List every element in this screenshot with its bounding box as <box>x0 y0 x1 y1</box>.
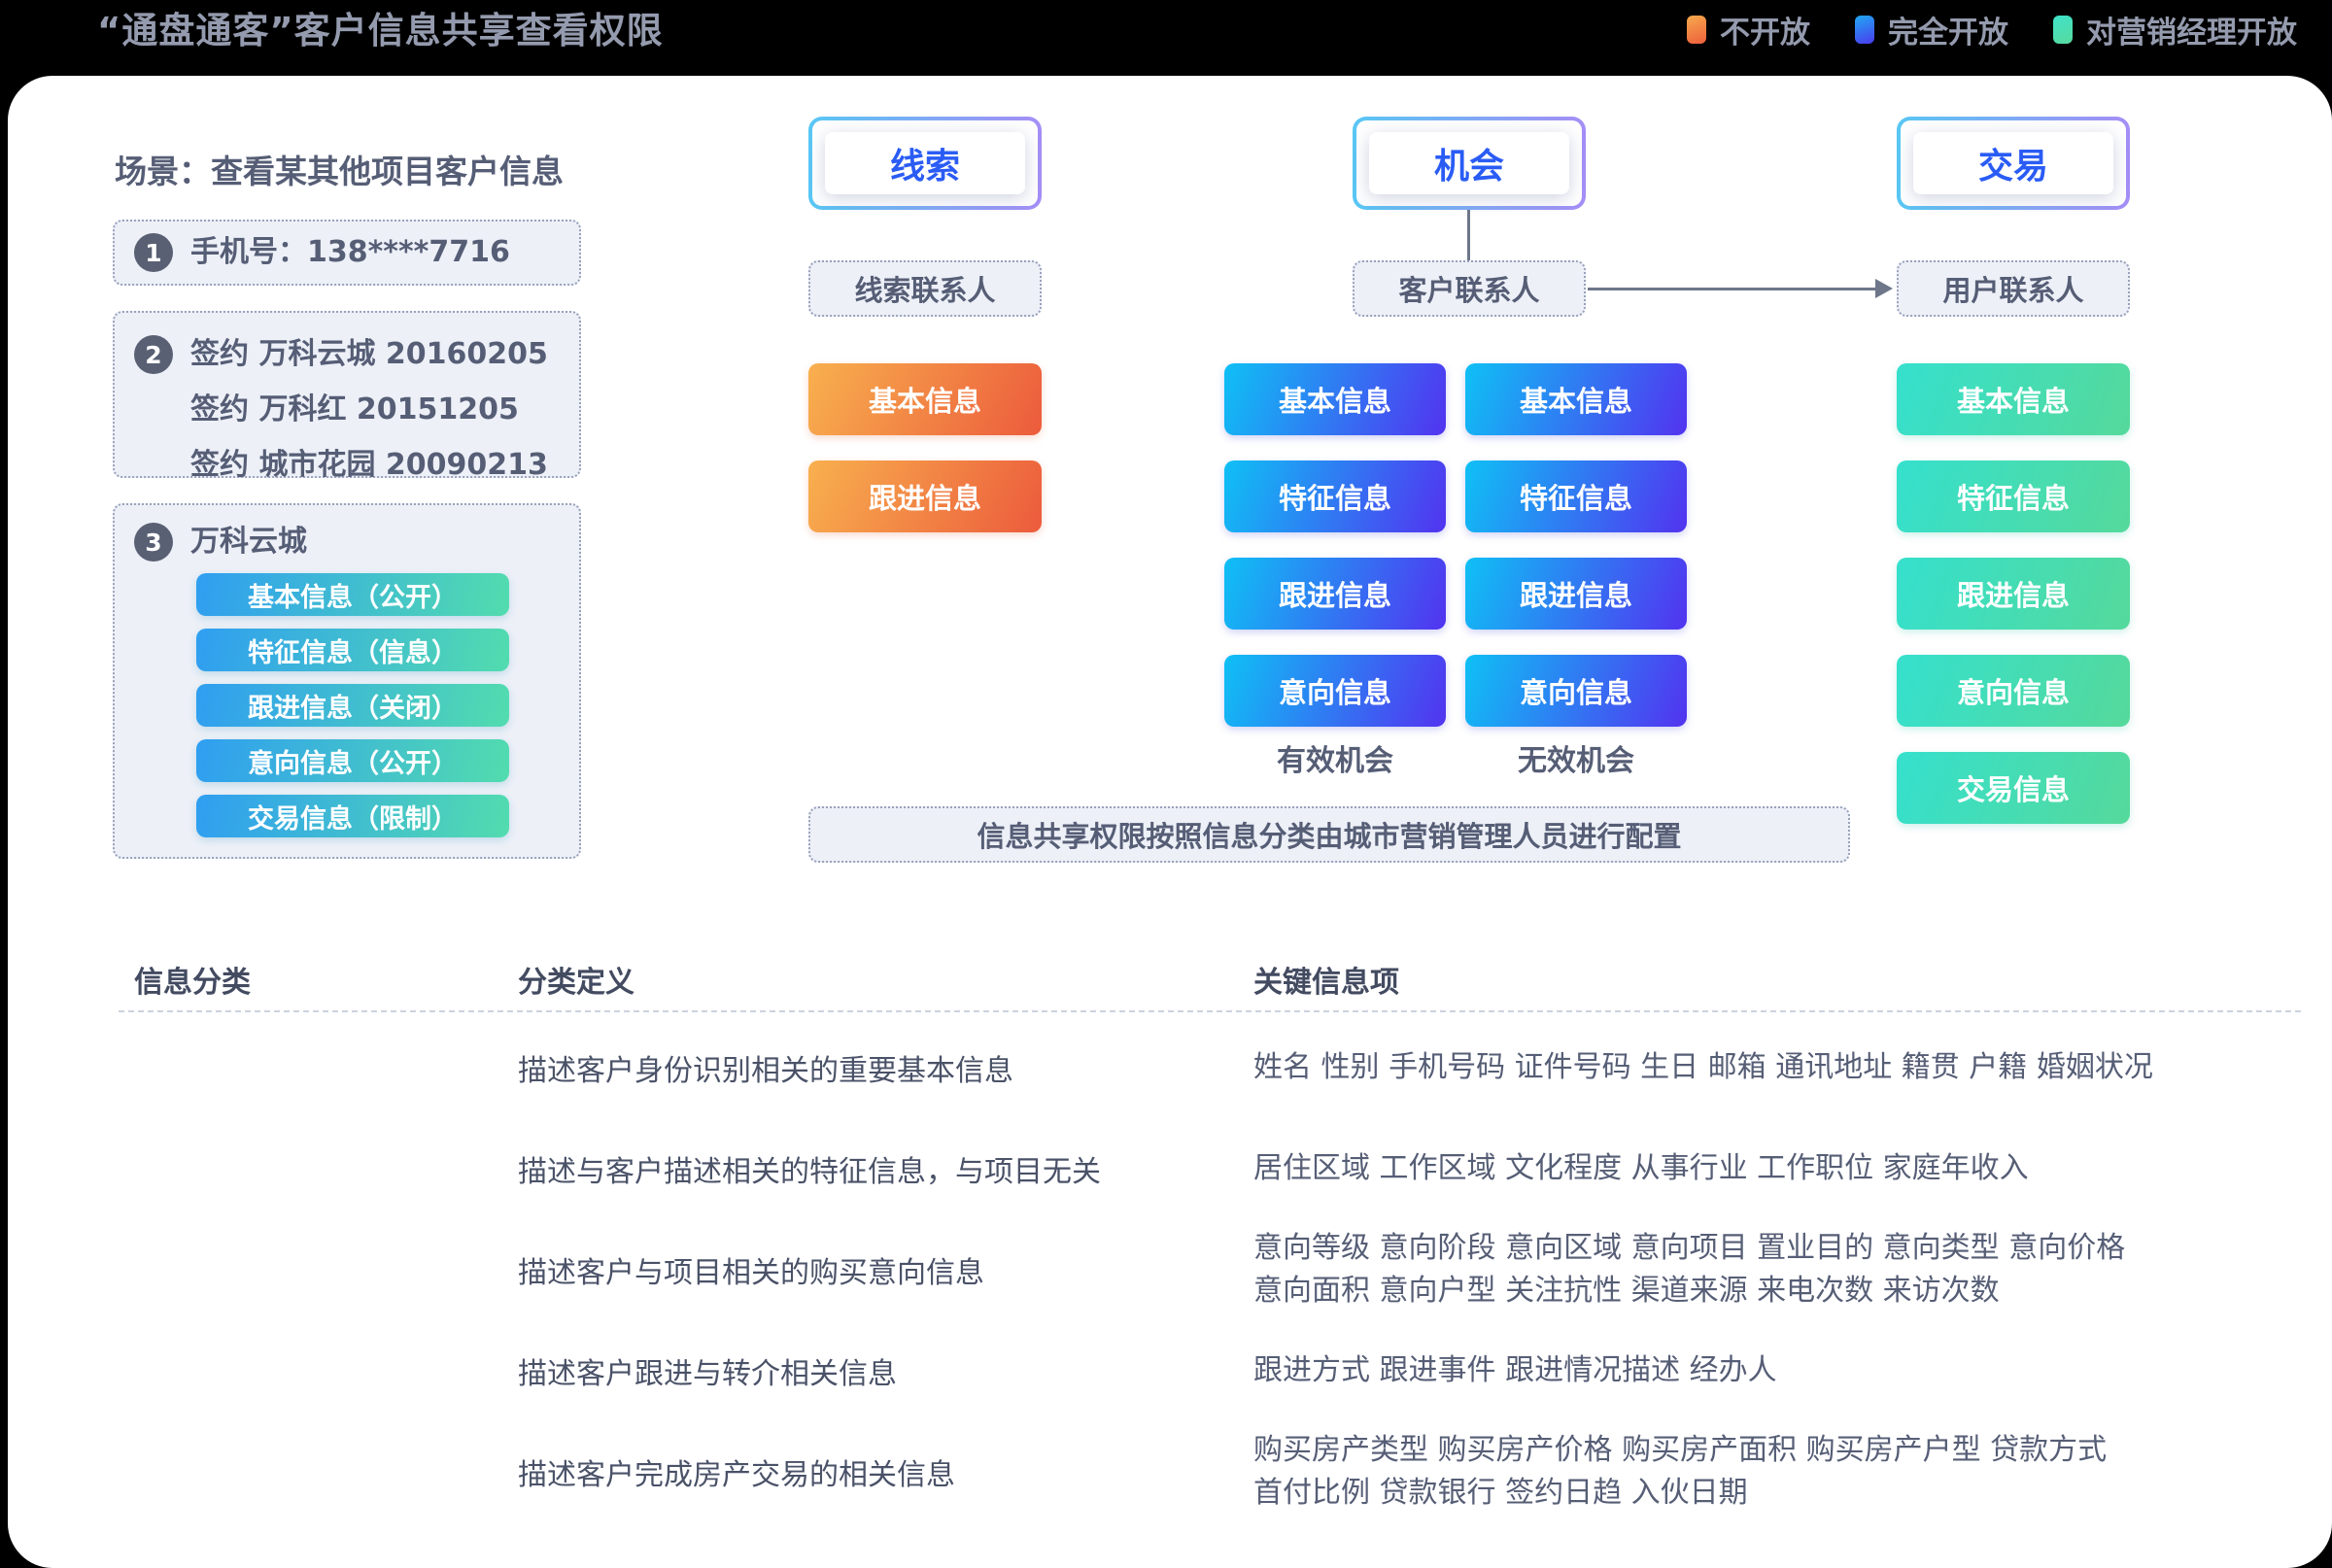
category-pill: 1. 基本信息 <box>116 1035 421 1101</box>
legend-swatch-blue-icon <box>1855 16 1874 44</box>
opportunity-header-mid: 机会 <box>1356 120 1582 206</box>
step-number-badge: 1 <box>134 233 173 272</box>
clue-info-pill: 跟进信息 <box>808 460 1042 532</box>
clue-contact-box: 线索联系人 <box>808 260 1042 317</box>
deal-contact-box: 用户联系人 <box>1897 260 2130 317</box>
table-row: 5. 交易信息 描述客户完成房产交易的相关信息 购买房产类型 购买房产价格 购买… <box>0 1439 2332 1505</box>
opportunity-header-box: 机会 <box>1353 117 1586 210</box>
step-line: 签约 万科云城 20160205 <box>190 326 548 382</box>
keys-line: 首付比例 贷款银行 签约日趋 入伙日期 <box>1253 1472 2107 1515</box>
valid-opportunity-pill: 意向信息 <box>1224 655 1446 727</box>
category-pill: 4. 跟进信息 <box>116 1338 421 1404</box>
clue-header-box: 线索 <box>808 117 1042 210</box>
clue-title: 线索 <box>825 132 1025 194</box>
category-pill: 3. 意向信息 <box>116 1237 421 1303</box>
table-row: 3. 意向信息 描述客户与项目相关的购买意向信息 意向等级 意向阶段 意向区域 … <box>0 1237 2332 1303</box>
opportunity-contact-box: 客户联系人 <box>1353 260 1586 317</box>
keys-text: 居住区域 工作区域 文化程度 从事行业 工作职位 家庭年收入 <box>1253 1147 2029 1190</box>
step-text-lines: 签约 万科云城 20160205 签约 万科红 20151205 签约 城市花园… <box>190 326 548 493</box>
deal-info-pill: 意向信息 <box>1897 655 2130 727</box>
definition-text: 描述客户与项目相关的购买意向信息 <box>518 1248 984 1291</box>
legend-item-manager: 对营销经理开放 <box>2053 8 2297 51</box>
connector-line <box>1467 210 1470 260</box>
definition-text: 描述客户跟进与转介相关信息 <box>518 1349 897 1392</box>
deal-info-pill: 特征信息 <box>1897 460 2130 532</box>
permission-pill: 意向信息（公开） <box>196 739 509 782</box>
table-header-category: 信息分类 <box>134 958 251 1001</box>
legend-label: 对营销经理开放 <box>2086 8 2297 51</box>
deal-info-pill: 交易信息 <box>1897 752 2130 824</box>
scenario-title: 场景：查看某其他项目客户信息 <box>115 146 564 192</box>
valid-opportunity-pill: 跟进信息 <box>1224 558 1446 630</box>
deal-title: 交易 <box>1913 132 2113 194</box>
keys-line: 意向等级 意向阶段 意向区域 意向项目 置业目的 意向类型 意向价格 <box>1253 1227 2125 1270</box>
keys-line: 购买房产类型 购买房产价格 购买房产面积 购买房产户型 贷款方式 <box>1253 1429 2107 1472</box>
permission-pill: 基本信息（公开） <box>196 573 509 616</box>
arrow-line <box>1588 288 1877 290</box>
keys-line: 意向面积 意向户型 关注抗性 渠道来源 来电次数 来访次数 <box>1253 1270 2125 1312</box>
keys-text: 姓名 性别 手机号码 证件号码 生日 邮箱 通讯地址 籍贯 户籍 婚姻状况 <box>1253 1046 2153 1089</box>
keys-text: 跟进方式 跟进事件 跟进情况描述 经办人 <box>1253 1349 1777 1392</box>
category-pill: 5. 交易信息 <box>116 1439 421 1505</box>
legend-swatch-orange-icon <box>1687 16 1706 44</box>
invalid-opportunity-label: 无效机会 <box>1465 736 1687 779</box>
definition-text: 描述与客户描述相关的特征信息，与项目无关 <box>518 1147 1101 1190</box>
legend-label: 完全开放 <box>1888 8 2008 51</box>
project-name: 万科云城 <box>190 523 307 562</box>
table-row: 2. 特征信息 描述与客户描述相关的特征信息，与项目无关 居住区域 工作区域 文… <box>0 1136 2332 1202</box>
table-header-keys: 关键信息项 <box>1253 958 1399 1001</box>
legend-item-open: 完全开放 <box>1855 8 2008 51</box>
scenario-step-1: 1 手机号：138****7716 <box>113 220 581 286</box>
keys-line: 居住区域 工作区域 文化程度 从事行业 工作职位 家庭年收入 <box>1253 1147 2029 1190</box>
keys-text: 意向等级 意向阶段 意向区域 意向项目 置业目的 意向类型 意向价格 意向面积 … <box>1253 1227 2125 1312</box>
category-pill: 2. 特征信息 <box>116 1136 421 1202</box>
step-number-badge: 3 <box>134 523 173 562</box>
valid-opportunity-pill: 特征信息 <box>1224 460 1446 532</box>
valid-opportunity-label: 有效机会 <box>1224 736 1446 779</box>
invalid-opportunity-pill: 特征信息 <box>1465 460 1687 532</box>
legend-item-closed: 不开放 <box>1687 8 1810 51</box>
keys-text: 购买房产类型 购买房产价格 购买房产面积 购买房产户型 贷款方式 首付比例 贷款… <box>1253 1429 2107 1515</box>
permission-pill: 跟进信息（关闭） <box>196 684 509 727</box>
deal-header-box: 交易 <box>1897 117 2130 210</box>
clue-header-mid: 线索 <box>812 120 1038 206</box>
arrow-head-icon <box>1875 279 1893 298</box>
valid-opportunity-pill: 基本信息 <box>1224 363 1446 435</box>
scenario-step-2: 2 签约 万科云城 20160205 签约 万科红 20151205 签约 城市… <box>113 311 581 478</box>
definition-text: 描述客户身份识别相关的重要基本信息 <box>518 1046 1013 1089</box>
scenario-step-3: 3 万科云城 基本信息（公开） 特征信息（信息） 跟进信息（关闭） 意向信息（公… <box>113 503 581 859</box>
table-divider <box>119 1010 2301 1012</box>
table-row: 4. 跟进信息 描述客户跟进与转介相关信息 跟进方式 跟进事件 跟进情况描述 经… <box>0 1338 2332 1404</box>
deal-header-mid: 交易 <box>1901 120 2126 206</box>
page: “通盘通客”客户信息共享查看权限 不开放 完全开放 对营销经理开放 场景：查看某… <box>0 0 2332 1568</box>
config-note-banner: 信息共享权限按照信息分类由城市营销管理人员进行配置 <box>808 806 1850 863</box>
step-3-header: 3 万科云城 <box>115 505 579 562</box>
invalid-opportunity-pill: 跟进信息 <box>1465 558 1687 630</box>
definition-text: 描述客户完成房产交易的相关信息 <box>518 1450 955 1493</box>
page-title: “通盘通客”客户信息共享查看权限 <box>97 2 664 52</box>
step-number-badge: 2 <box>134 335 173 374</box>
clue-info-pill: 基本信息 <box>808 363 1042 435</box>
legend-swatch-teal-icon <box>2053 16 2073 44</box>
deal-info-pill: 基本信息 <box>1897 363 2130 435</box>
keys-line: 姓名 性别 手机号码 证件号码 生日 邮箱 通讯地址 籍贯 户籍 婚姻状况 <box>1253 1046 2153 1089</box>
permission-pill: 特征信息（信息） <box>196 629 509 671</box>
legend: 不开放 完全开放 对营销经理开放 <box>1687 6 2297 52</box>
opportunity-title: 机会 <box>1369 132 1569 194</box>
step-line: 签约 万科红 20151205 <box>190 382 548 437</box>
legend-label: 不开放 <box>1720 8 1810 51</box>
deal-info-pill: 跟进信息 <box>1897 558 2130 630</box>
keys-line: 跟进方式 跟进事件 跟进情况描述 经办人 <box>1253 1349 1777 1392</box>
permission-pill: 交易信息（限制） <box>196 795 509 837</box>
step-line: 签约 城市花园 20090213 <box>190 437 548 493</box>
table-row: 1. 基本信息 描述客户身份识别相关的重要基本信息 姓名 性别 手机号码 证件号… <box>0 1035 2332 1101</box>
table-header-definition: 分类定义 <box>518 958 634 1001</box>
invalid-opportunity-pill: 基本信息 <box>1465 363 1687 435</box>
invalid-opportunity-pill: 意向信息 <box>1465 655 1687 727</box>
step-text: 手机号：138****7716 <box>190 233 510 272</box>
